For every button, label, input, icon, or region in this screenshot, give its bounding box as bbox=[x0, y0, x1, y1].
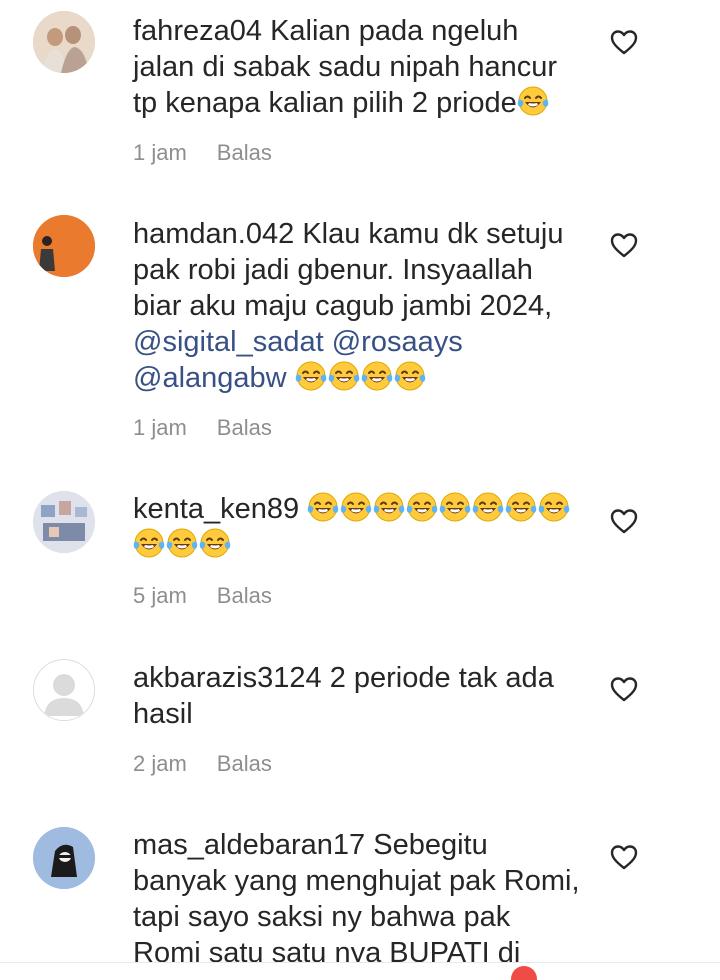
laughing-tears-emoji bbox=[295, 360, 327, 392]
comment-username[interactable]: kenta_ken89 bbox=[133, 493, 299, 525]
laughing-tears-emoji bbox=[538, 491, 570, 523]
laughing-tears-emoji bbox=[361, 360, 393, 392]
heart-outline-icon bbox=[610, 509, 638, 534]
comment-text: fahreza04 Kalian pada ngeluh jalan di sa… bbox=[133, 13, 583, 121]
comment-text: hamdan.042 Klau kamu dk setuju pak robi … bbox=[133, 216, 583, 396]
avatar[interactable] bbox=[33, 11, 95, 73]
avatar[interactable] bbox=[33, 491, 95, 553]
laughing-tears-emoji bbox=[472, 491, 504, 523]
laughing-tears-emoji bbox=[394, 360, 426, 392]
reply-button[interactable]: Balas bbox=[217, 751, 272, 777]
comment-text: akbarazis3124 2 periode tak ada hasil bbox=[133, 660, 583, 732]
avatar[interactable] bbox=[33, 215, 95, 277]
like-button[interactable] bbox=[610, 232, 638, 258]
comment-time: 5 jam bbox=[133, 583, 187, 608]
comment-username[interactable]: hamdan.042 bbox=[133, 218, 294, 250]
like-button[interactable] bbox=[610, 844, 638, 870]
comment-meta: 1 jam Balas bbox=[133, 140, 272, 166]
laughing-tears-emoji bbox=[505, 491, 537, 523]
comment-text: mas_aldebaran17 Sebegitu banyak yang men… bbox=[133, 827, 583, 971]
comment-meta: 5 jam Balas bbox=[133, 583, 272, 609]
comment-time: 1 jam bbox=[133, 140, 187, 165]
heart-outline-icon bbox=[610, 30, 638, 55]
comment-username[interactable]: akbarazis3124 bbox=[133, 662, 322, 694]
comment-text: kenta_ken89 bbox=[133, 491, 583, 563]
laughing-tears-emoji bbox=[406, 491, 438, 523]
avatar[interactable] bbox=[33, 827, 95, 889]
heart-outline-icon bbox=[610, 233, 638, 258]
heart-outline-icon bbox=[610, 845, 638, 870]
laughing-tears-emoji bbox=[340, 491, 372, 523]
comment-time: 2 jam bbox=[133, 751, 187, 776]
mention-link[interactable]: @alangabw bbox=[133, 362, 287, 394]
like-button[interactable] bbox=[610, 676, 638, 702]
avatar[interactable] bbox=[33, 659, 95, 721]
emoji-group bbox=[295, 360, 427, 394]
comment-meta: 1 jam Balas bbox=[133, 415, 272, 441]
laughing-tears-emoji bbox=[373, 491, 405, 523]
reply-button[interactable]: Balas bbox=[217, 583, 272, 609]
comment-time: 1 jam bbox=[133, 415, 187, 440]
emoji-group bbox=[517, 85, 550, 119]
comment-username[interactable]: fahreza04 bbox=[133, 15, 262, 47]
reply-button[interactable]: Balas bbox=[217, 415, 272, 441]
laughing-tears-emoji bbox=[199, 527, 231, 559]
laughing-tears-emoji bbox=[439, 491, 471, 523]
like-button[interactable] bbox=[610, 29, 638, 55]
comment-username[interactable]: mas_aldebaran17 bbox=[133, 829, 365, 861]
mention-link[interactable]: @sigital_sadat bbox=[133, 326, 324, 358]
laughing-tears-emoji bbox=[328, 360, 360, 392]
laughing-tears-emoji bbox=[307, 491, 339, 523]
reply-button[interactable]: Balas bbox=[217, 140, 272, 166]
bottom-bar bbox=[0, 962, 720, 977]
laughing-tears-emoji bbox=[517, 85, 549, 117]
like-button[interactable] bbox=[610, 508, 638, 534]
laughing-tears-emoji bbox=[166, 527, 198, 559]
comment-meta: 2 jam Balas bbox=[133, 751, 272, 777]
mention-link[interactable]: @rosaays bbox=[332, 326, 463, 358]
heart-outline-icon bbox=[610, 677, 638, 702]
laughing-tears-emoji bbox=[133, 527, 165, 559]
